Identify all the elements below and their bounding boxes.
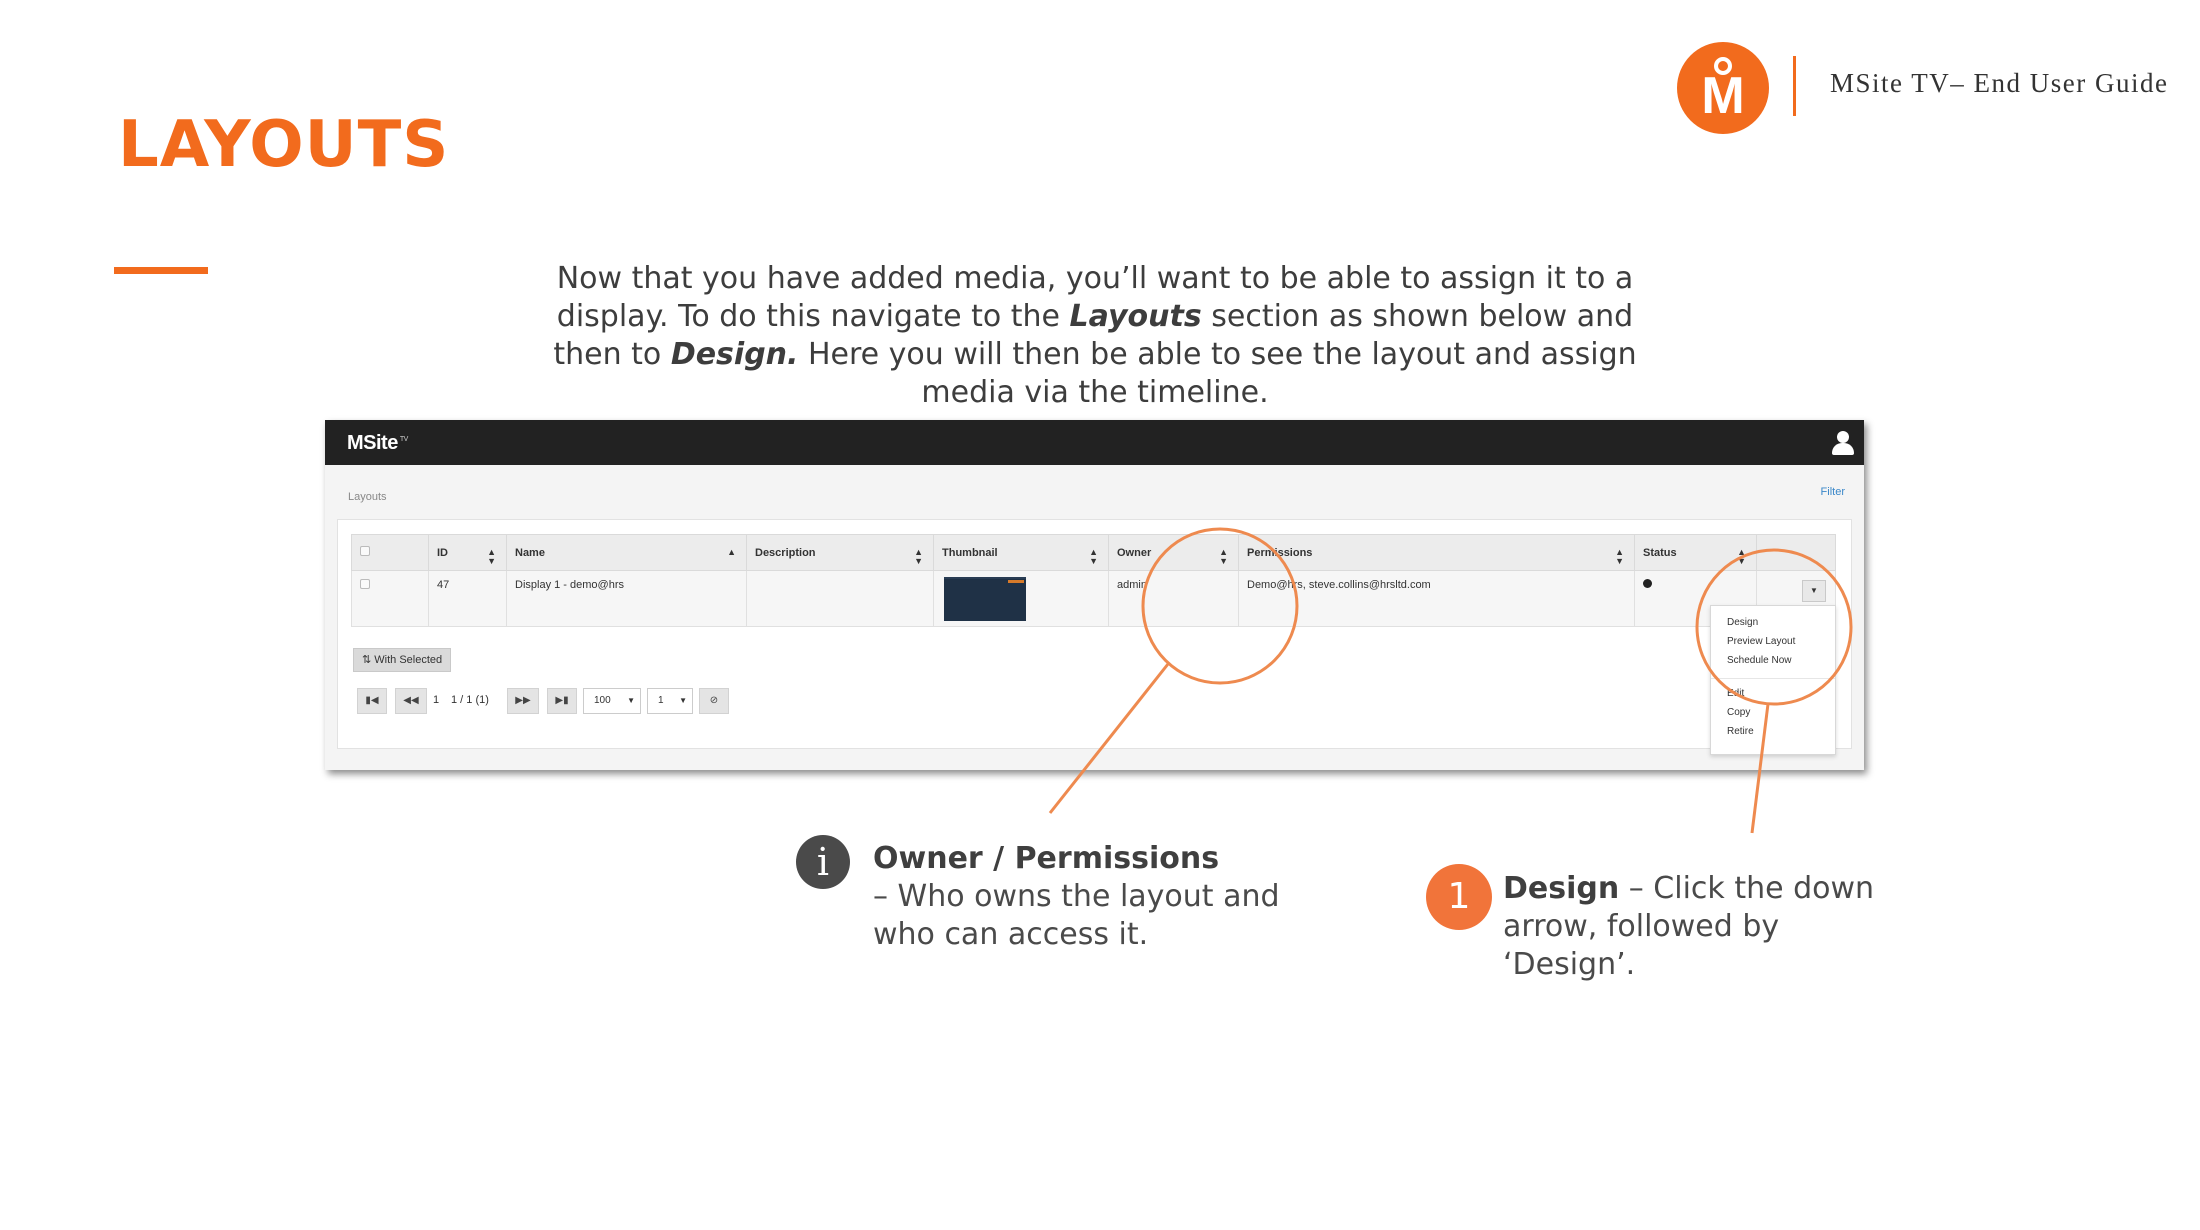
app-logo-text: MSite	[347, 432, 398, 454]
page-of-label: 1 / 1 (1)	[451, 694, 489, 706]
app-screenshot: MSite TV Layouts Filter ID ▲ ▼ Name ▲ Descri…	[325, 420, 1864, 770]
intro-emphasis-design: Design.	[670, 337, 799, 372]
row-select-cell[interactable]	[351, 570, 429, 627]
column-header-permissions[interactable]: Permissions ▲ ▼	[1238, 534, 1635, 571]
filter-link[interactable]: Filter	[1821, 486, 1845, 498]
app-top-bar: MSite TV	[325, 420, 1864, 465]
step-number-badge: 1	[1426, 864, 1492, 930]
column-label: Name	[515, 546, 545, 559]
last-page-icon[interactable]: ▶▮	[547, 688, 577, 714]
app-logo[interactable]: MSite TV	[347, 432, 408, 455]
page-title: LAYOUTS	[118, 108, 450, 182]
owner-note-title: Owner / Permissions	[873, 841, 1220, 876]
chevron-down-icon: ▼	[679, 696, 687, 705]
sort-ascending-icon[interactable]: ▲	[727, 548, 736, 557]
sort-icon[interactable]: ▲ ▼	[1219, 548, 1228, 566]
menu-item-design[interactable]: Design	[1727, 617, 1758, 628]
previous-page-icon[interactable]: ◀◀	[395, 688, 427, 714]
menu-item-edit[interactable]: Edit	[1727, 688, 1744, 699]
owner-permissions-note: Owner / Permissions – Who owns the layout…	[873, 840, 1293, 954]
row-checkbox[interactable]	[360, 579, 370, 589]
column-label: Thumbnail	[942, 546, 998, 559]
title-underline	[114, 267, 208, 274]
select-all-column[interactable]	[351, 534, 429, 571]
sort-icon[interactable]: ▲ ▼	[1089, 548, 1098, 566]
column-header-owner[interactable]: Owner ▲ ▼	[1108, 534, 1239, 571]
intro-emphasis-layouts: Layouts	[1069, 299, 1202, 334]
row-actions-menu: Design Preview Layout Schedule Now Edit …	[1710, 605, 1836, 755]
next-page-icon[interactable]: ▶▶	[507, 688, 539, 714]
info-icon: i	[796, 835, 850, 889]
cell-owner: admin	[1108, 570, 1239, 627]
layout-thumbnail[interactable]	[944, 577, 1026, 621]
logo-letter: M	[1701, 67, 1745, 125]
menu-item-schedule-now[interactable]: Schedule Now	[1727, 655, 1791, 666]
column-header-id[interactable]: ID ▲ ▼	[428, 534, 507, 571]
column-label: Status	[1643, 546, 1677, 559]
page-select[interactable]: 1 ▼	[647, 688, 693, 714]
header-divider	[1793, 56, 1796, 116]
status-icon	[1643, 579, 1652, 588]
intro-text-3: Here you will then be able to see the la…	[798, 337, 1637, 410]
sort-icon[interactable]: ▲ ▼	[1737, 548, 1746, 566]
app-logo-sup: TV	[399, 436, 408, 444]
owner-note-body: – Who owns the layout and who can access…	[873, 879, 1280, 952]
chevron-down-icon: ▼	[627, 696, 635, 705]
with-selected-icon: ⇅	[362, 654, 375, 666]
select-all-checkbox[interactable]	[360, 546, 370, 556]
column-label: Owner	[1117, 546, 1152, 559]
column-label: Permissions	[1247, 546, 1313, 559]
menu-item-preview-layout[interactable]: Preview Layout	[1727, 636, 1795, 647]
page-size-value: 100	[594, 695, 611, 706]
design-note: Design – Click the down arrow, followed …	[1503, 870, 1883, 984]
msite-logo: M	[1677, 42, 1769, 134]
menu-item-copy[interactable]: Copy	[1727, 707, 1750, 718]
cell-permissions: Demo@hrs, steve.collins@hrsltd.com	[1238, 570, 1635, 627]
with-selected-label: With Selected	[374, 654, 443, 666]
breadcrumb: Layouts	[348, 491, 387, 503]
column-header-name[interactable]: Name ▲	[506, 534, 747, 571]
layouts-table: ID ▲ ▼ Name ▲ Description ▲ ▼ Thumbnail ▲ ▼ Own…	[351, 534, 1836, 627]
table-row[interactable]: 47 Display 1 - demo@hrs admin Demo@hrs, …	[351, 570, 1836, 627]
column-header-actions	[1756, 534, 1836, 571]
guide-caption: MSite TV– End User Guide	[1830, 68, 2169, 98]
cell-name: Display 1 - demo@hrs	[506, 570, 747, 627]
menu-item-retire[interactable]: Retire	[1727, 726, 1754, 737]
menu-divider	[1711, 678, 1835, 679]
sort-icon[interactable]: ▲ ▼	[1615, 548, 1624, 566]
user-icon[interactable]	[1832, 431, 1854, 455]
cell-description	[746, 570, 934, 627]
column-header-thumbnail[interactable]: Thumbnail ▲ ▼	[933, 534, 1109, 571]
sort-icon[interactable]: ▲ ▼	[914, 548, 923, 566]
first-page-icon[interactable]: ▮◀	[357, 688, 387, 714]
cell-id: 47	[428, 570, 507, 627]
column-header-status[interactable]: Status ▲ ▼	[1634, 534, 1757, 571]
cell-thumbnail	[933, 570, 1109, 627]
column-label: Description	[755, 546, 816, 559]
sort-icon[interactable]: ▲ ▼	[487, 548, 496, 566]
design-note-title: Design	[1503, 871, 1620, 906]
page-size-select[interactable]: 100 ▼	[583, 688, 641, 714]
column-header-description[interactable]: Description ▲ ▼	[746, 534, 934, 571]
column-label: ID	[437, 546, 448, 559]
table-header-row: ID ▲ ▼ Name ▲ Description ▲ ▼ Thumbnail ▲ ▼ Own…	[351, 534, 1836, 571]
current-page: 1	[433, 694, 440, 706]
with-selected-button[interactable]: ⇅ With Selected	[353, 648, 452, 672]
refresh-icon[interactable]: ⊘	[699, 688, 729, 714]
intro-paragraph: Now that you have added media, you’ll wa…	[520, 260, 1670, 412]
row-actions-dropdown-button[interactable]: ▼	[1802, 580, 1826, 602]
page-select-value: 1	[658, 695, 664, 706]
